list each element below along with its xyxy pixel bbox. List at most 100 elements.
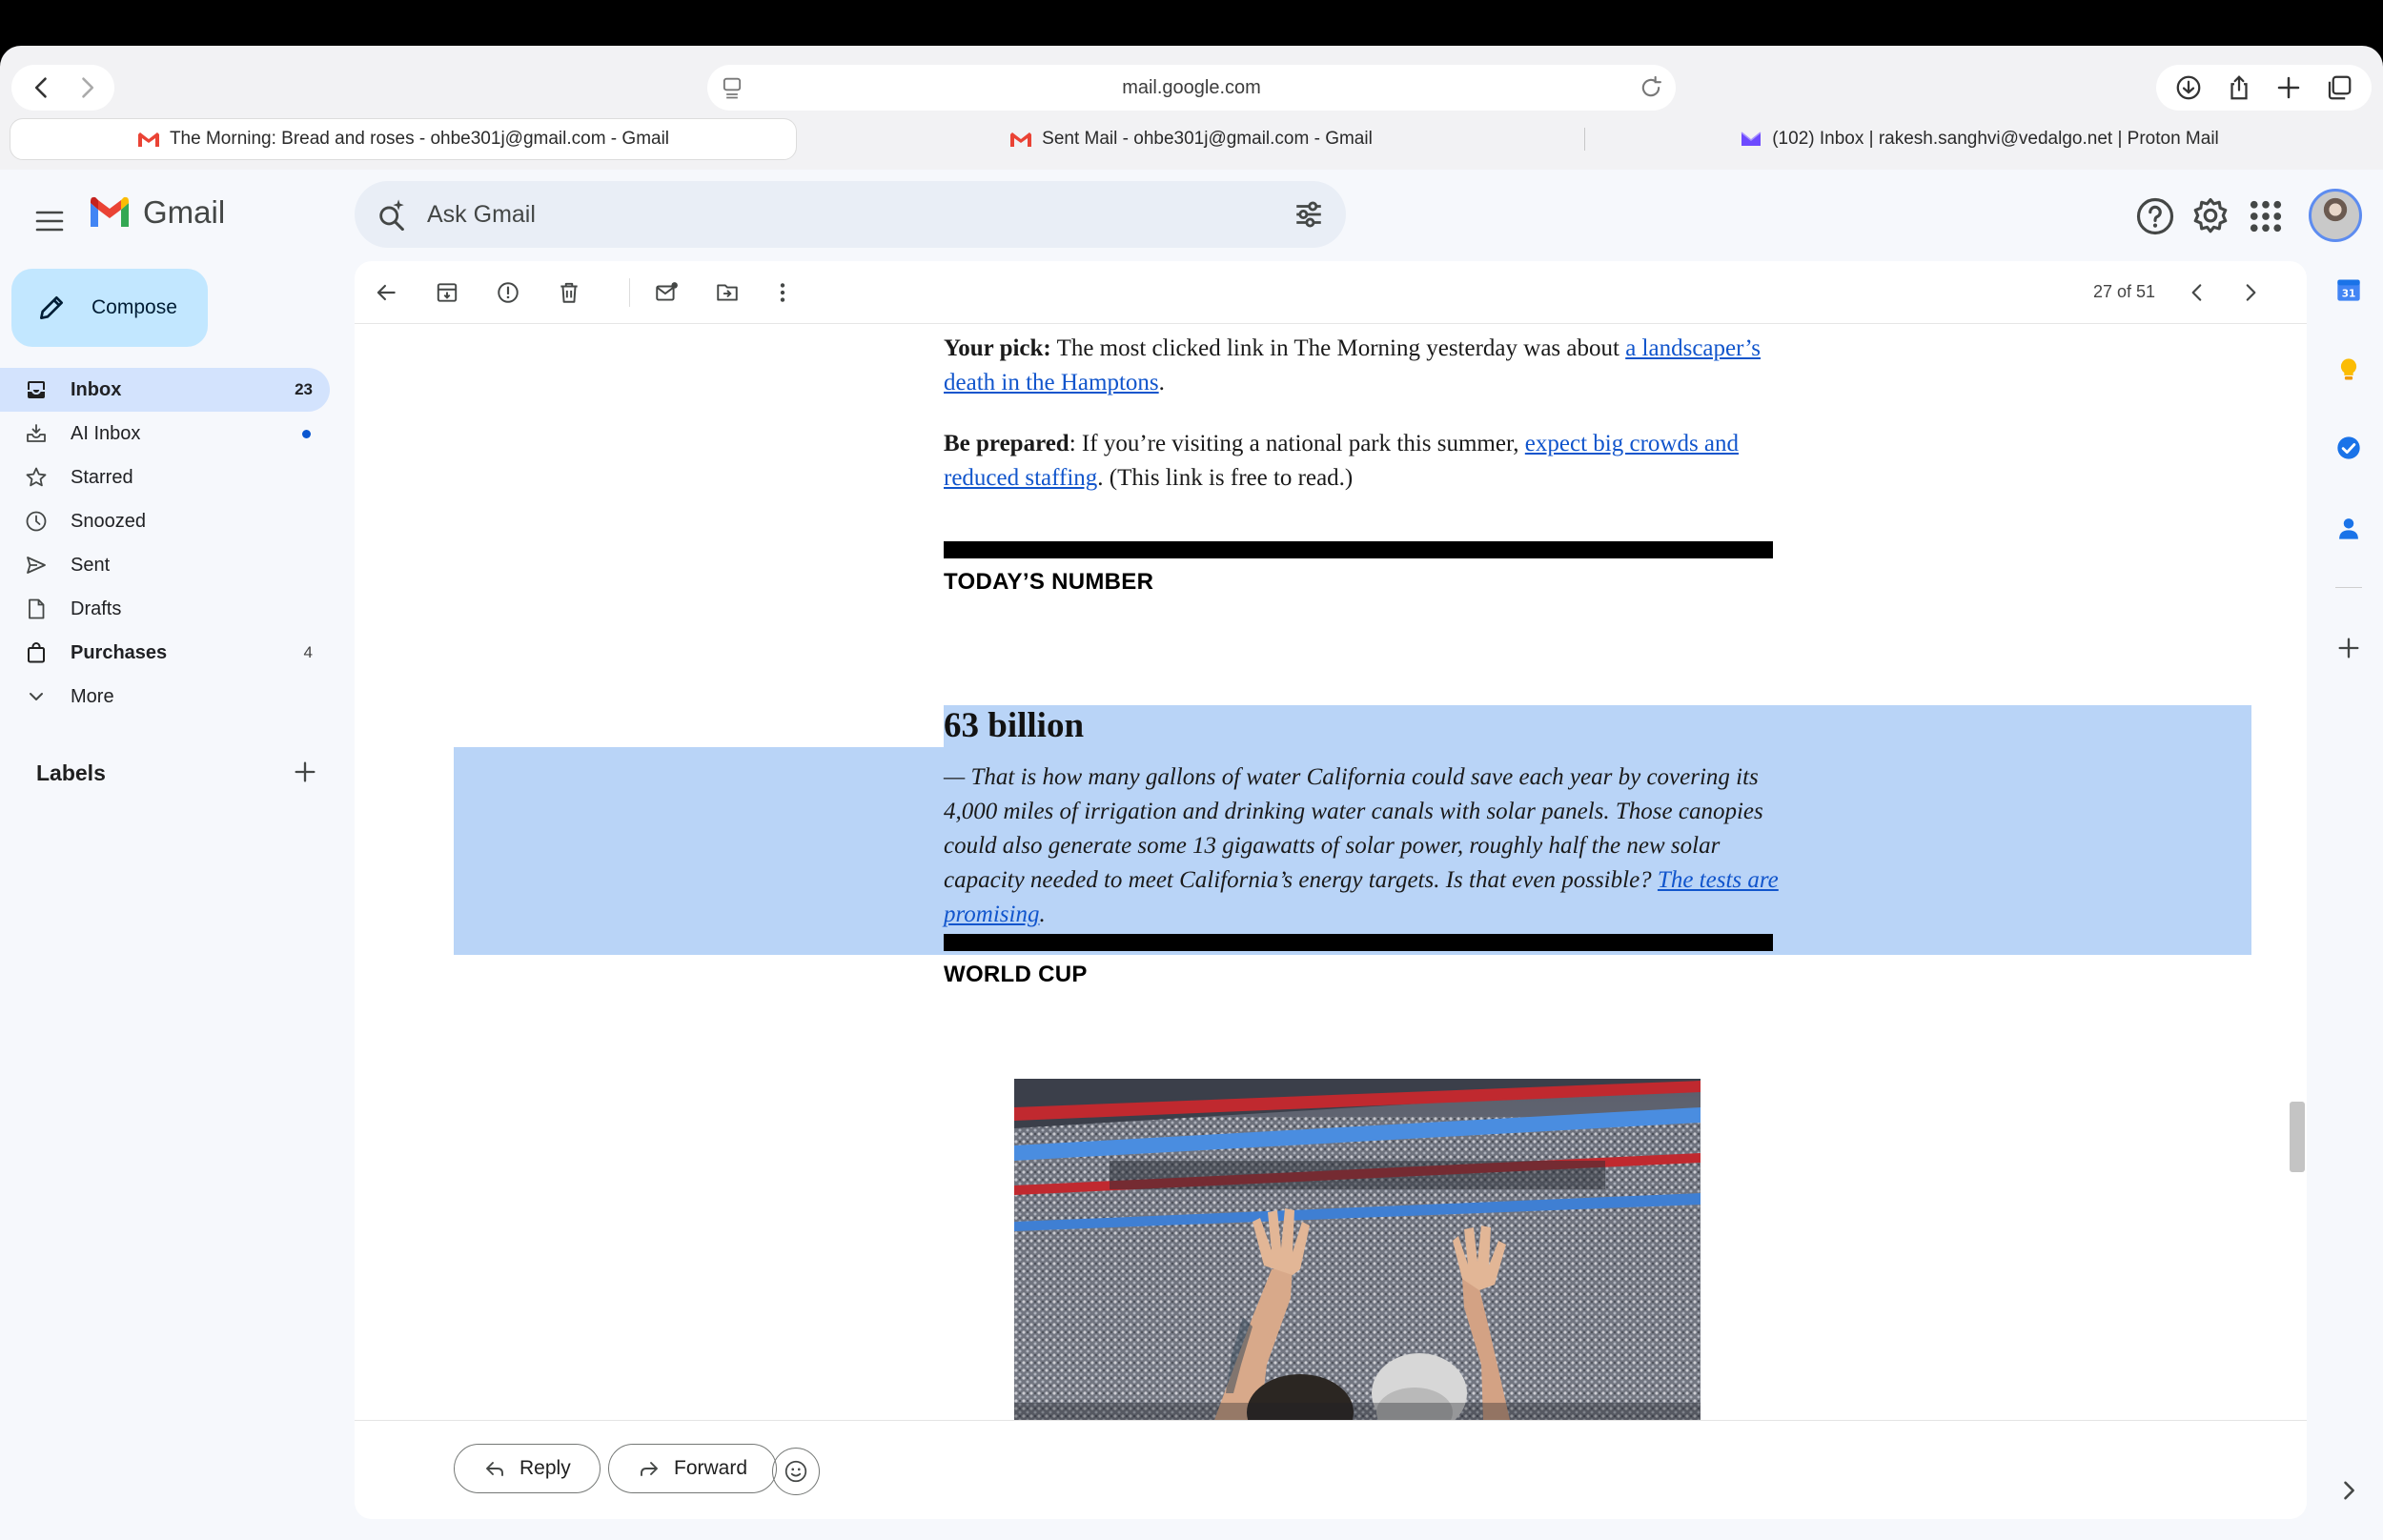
nav-label: Starred (71, 466, 133, 488)
settings-gear-icon[interactable] (2190, 196, 2230, 236)
expand-side-panel-button[interactable] (2330, 1471, 2368, 1510)
tasks-app-button[interactable] (2330, 429, 2368, 467)
newer-button[interactable] (2179, 274, 2215, 311)
browser-actions (2156, 65, 2372, 111)
compose-label: Compose (92, 296, 177, 318)
gmail-logo-text: Gmail (143, 194, 226, 230)
unread-dot (302, 429, 311, 438)
emoji-reaction-button[interactable] (772, 1448, 820, 1495)
nav-item-starred[interactable]: Starred (0, 456, 330, 499)
nav-item-sent[interactable]: Sent (0, 543, 330, 587)
reply-label: Reply (519, 1457, 571, 1479)
move-to-button[interactable] (709, 274, 745, 311)
world-cup-heading: WORLD CUP (944, 962, 1088, 987)
gmail-app: Gmail Compose Inbox 23 AI Inbox Starred (0, 170, 2383, 1540)
be-prepared-tail: . (This link is free to read.) (1097, 465, 1354, 491)
contacts-person-icon (2339, 518, 2358, 539)
gmail-icon (1010, 132, 1032, 147)
address-bar[interactable]: mail.google.com (707, 65, 1676, 111)
mark-unread-icon (656, 282, 678, 301)
browser-chrome: mail.google.com The Morning: Bread and r… (0, 46, 2383, 170)
nav-label: Snoozed (71, 510, 146, 532)
browser-tab-2[interactable]: Sent Mail - ohbe301j@gmail.com - Gmail (797, 118, 1585, 160)
your-pick-tail: . (1158, 370, 1165, 395)
email-body: Your pick: The most clicked link in The … (355, 324, 2307, 1420)
help-icon[interactable] (2135, 196, 2175, 236)
clock-icon (26, 511, 47, 532)
smiley-icon (784, 1460, 807, 1483)
arrow-left-icon (377, 284, 396, 301)
download-icon[interactable] (2174, 73, 2203, 102)
nav-item-snoozed[interactable]: Snoozed (0, 499, 330, 543)
todays-number-tail: . (1039, 902, 1046, 927)
page-menu-icon[interactable] (719, 74, 745, 101)
move-folder-icon (717, 284, 738, 301)
search-sparkle-icon[interactable] (376, 198, 408, 231)
google-apps-icon[interactable] (2246, 196, 2286, 236)
search-bar[interactable] (355, 181, 1346, 248)
nav-label: Inbox (71, 378, 122, 400)
get-addons-button[interactable] (2330, 629, 2368, 667)
browser-forward-button[interactable] (59, 67, 114, 109)
calendar-app-button[interactable]: 31 (2330, 271, 2368, 309)
shopping-bag-icon (28, 642, 45, 663)
reply-button[interactable]: Reply (454, 1444, 601, 1493)
browser-tab-3[interactable]: (102) Inbox | rakesh.sanghvi@vedalgo.net… (1585, 118, 2373, 160)
mark-unread-button[interactable] (648, 274, 684, 311)
nav-item-purchases[interactable]: Purchases 4 (0, 631, 330, 675)
archive-button[interactable] (429, 274, 465, 311)
labels-heading: Labels (36, 760, 106, 785)
add-label-plus-icon[interactable] (292, 759, 318, 785)
tab-overview-icon[interactable] (2325, 73, 2353, 102)
tab-title: The Morning: Bread and roses - ohbe301j@… (169, 129, 670, 149)
nav-item-inbox[interactable]: Inbox 23 (0, 368, 330, 412)
address-url: mail.google.com (1122, 76, 1261, 98)
share-icon[interactable] (2225, 73, 2253, 102)
nav-item-ai-inbox[interactable]: AI Inbox (0, 412, 330, 456)
scrollbar-thumb[interactable] (2290, 1102, 2305, 1172)
be-prepared-text: : If you’re visiting a national park thi… (1069, 431, 1525, 456)
more-options-button[interactable] (764, 274, 801, 311)
pencil-icon (40, 296, 63, 319)
gmail-logo[interactable]: Gmail (88, 194, 225, 231)
account-toolbar (2135, 187, 2373, 244)
draft-icon (29, 598, 45, 619)
chevron-right-icon (82, 77, 94, 98)
delete-button[interactable] (551, 274, 587, 311)
todays-number-heading: TODAY’S NUMBER (944, 569, 1154, 595)
main-menu-button[interactable] (29, 200, 71, 242)
your-pick-paragraph: Your pick: The most clicked link in The … (944, 332, 1782, 400)
nav-item-more[interactable]: More (0, 675, 330, 719)
tab-strip: The Morning: Bread and roses - ohbe301j@… (10, 118, 2373, 162)
inbox-icon (28, 381, 45, 398)
keep-app-button[interactable] (2330, 351, 2368, 389)
forward-button[interactable]: Forward (608, 1444, 778, 1493)
trash-icon (560, 282, 578, 303)
back-to-inbox-button[interactable] (368, 274, 404, 311)
chevron-left-icon (34, 77, 47, 98)
nav-label: Sent (71, 554, 111, 576)
compose-button[interactable]: Compose (11, 269, 208, 347)
nav-label: More (71, 685, 114, 707)
search-options-icon[interactable] (1293, 198, 1325, 231)
nav-label: Purchases (71, 641, 168, 663)
text-selection-highlight (944, 705, 2251, 747)
hamburger-menu-icon (35, 211, 64, 232)
search-input[interactable] (427, 194, 1237, 234)
your-pick-text: The most clicked link in The Morning yes… (1050, 335, 1626, 361)
side-panel: 31 (2314, 261, 2383, 1519)
new-tab-icon[interactable] (2274, 73, 2303, 102)
contacts-app-button[interactable] (2330, 509, 2368, 547)
report-spam-button[interactable] (490, 274, 526, 311)
account-avatar[interactable] (2309, 189, 2362, 242)
reload-icon[interactable] (1638, 74, 1664, 101)
reply-icon (486, 1462, 503, 1476)
proton-mail-icon (1741, 132, 1762, 146)
world-cup-photo (1014, 1079, 1701, 1420)
browser-tab-1[interactable]: The Morning: Bread and roses - ohbe301j@… (10, 118, 797, 160)
older-button[interactable] (2232, 274, 2269, 311)
your-pick-lead: Your pick: (944, 335, 1051, 361)
nav-item-drafts[interactable]: Drafts (0, 587, 330, 631)
gmail-icon (137, 132, 159, 147)
tab-title: (102) Inbox | rakesh.sanghvi@vedalgo.net… (1772, 129, 2219, 149)
